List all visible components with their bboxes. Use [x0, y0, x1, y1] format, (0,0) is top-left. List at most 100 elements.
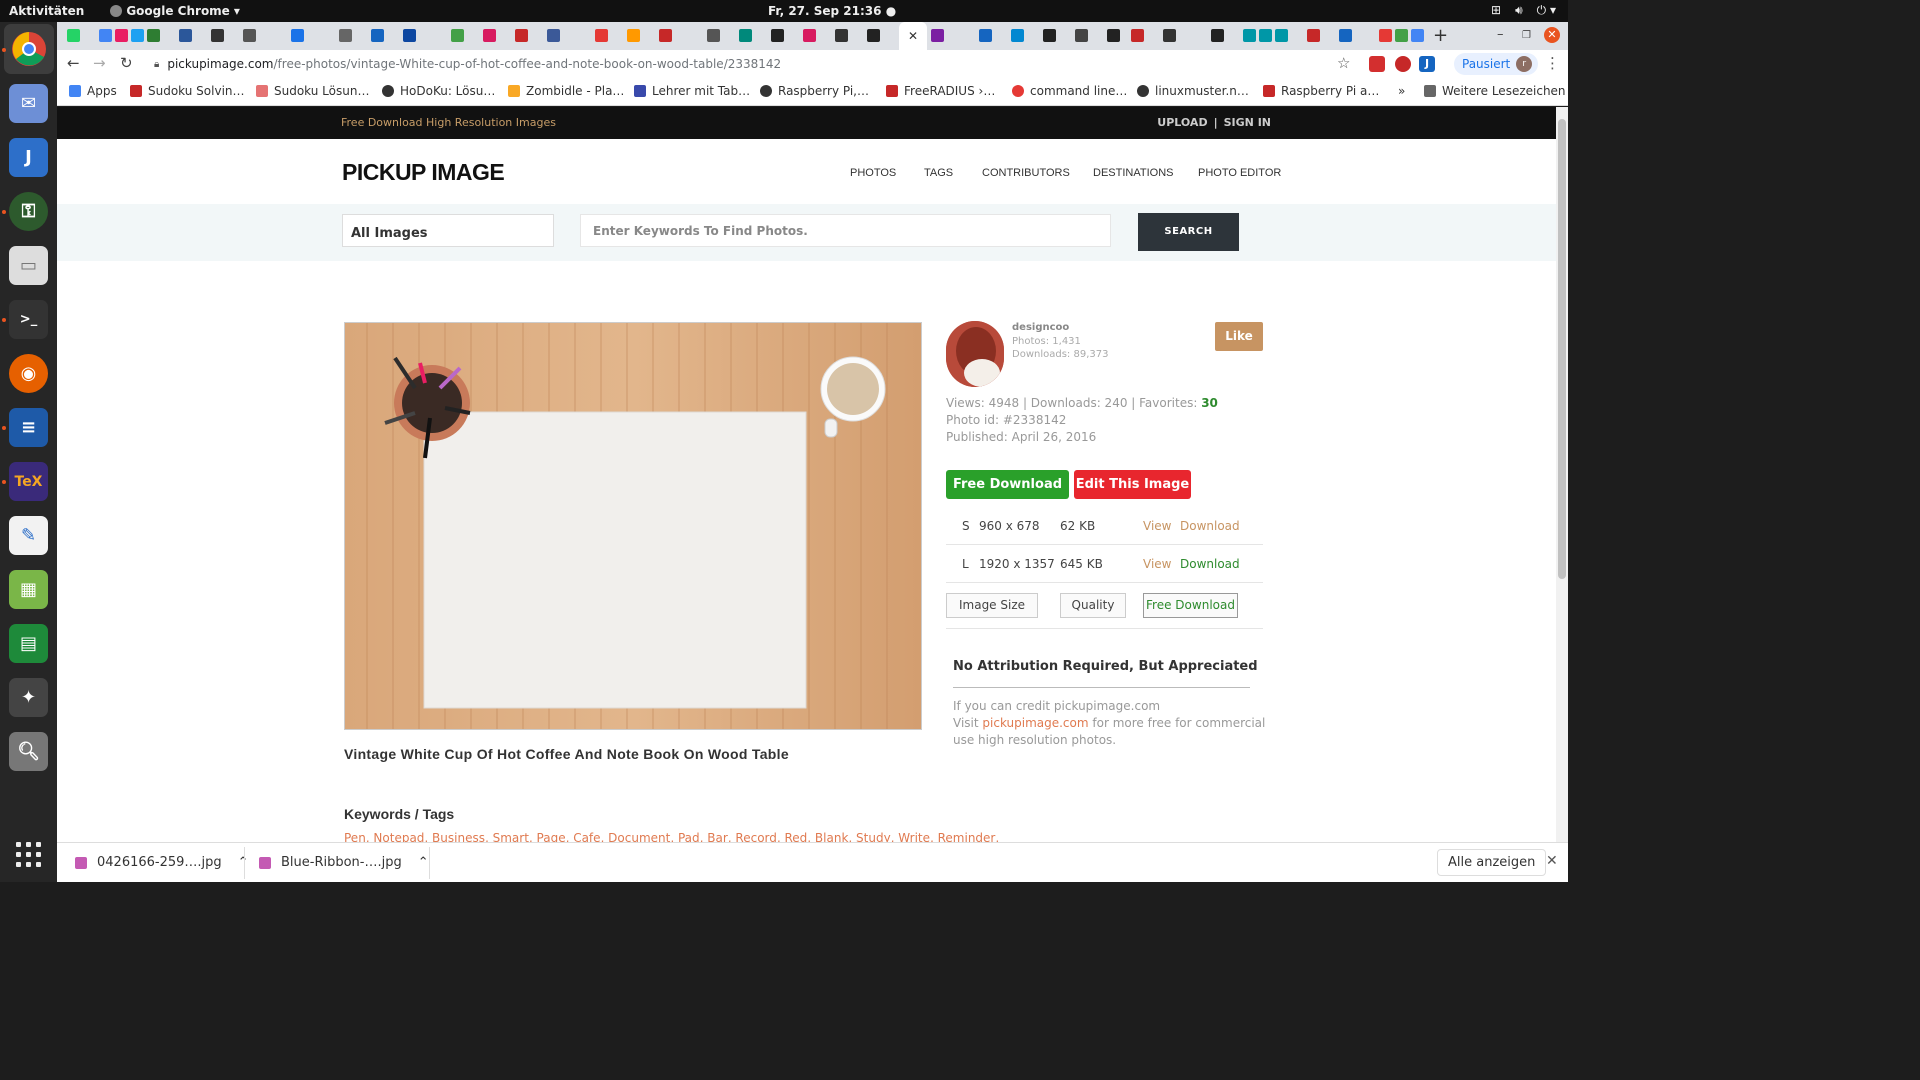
download-link[interactable]: Download	[1180, 557, 1240, 571]
maximize-icon[interactable]: ❐	[1522, 30, 1531, 41]
download-item[interactable]: Blue-Ribbon-….jpg ⌃	[259, 855, 429, 870]
tab-favicon[interactable]	[707, 29, 720, 42]
download-link[interactable]: Download	[1180, 519, 1240, 533]
bookmark-apps[interactable]: Apps	[69, 84, 117, 98]
gimp-icon[interactable]: ✦	[9, 678, 48, 717]
show-apps-icon[interactable]	[16, 842, 42, 868]
extension-icon[interactable]	[1395, 56, 1411, 72]
bookmark-item[interactable]: Sudoku Solvin…	[130, 84, 245, 98]
address-bar[interactable]: 🔒︎ pickupimage.com/free-photos/vintage-W…	[148, 52, 1358, 76]
lock-icon[interactable]: 🔒︎	[154, 59, 159, 70]
author-name[interactable]: designcoo	[1012, 322, 1069, 333]
mail-icon[interactable]: ✉	[9, 84, 48, 123]
tab-favicon[interactable]	[1275, 29, 1288, 42]
tab-favicon[interactable]	[1307, 29, 1320, 42]
texstudio-icon[interactable]: TeX	[9, 462, 48, 501]
nav-photo-editor[interactable]: PHOTO EDITOR	[1198, 167, 1281, 179]
scrollbar-thumb[interactable]	[1558, 119, 1566, 579]
reload-icon[interactable]: ↻	[120, 54, 133, 72]
back-icon[interactable]: ←	[67, 54, 80, 72]
edit-image-button[interactable]: Edit This Image	[1074, 470, 1191, 499]
close-window-icon[interactable]: ✕	[1544, 27, 1560, 43]
main-photo[interactable]	[344, 322, 922, 730]
minimize-icon[interactable]: –	[1497, 27, 1504, 42]
view-link[interactable]: View	[1143, 519, 1171, 533]
tab-favicon[interactable]	[659, 29, 672, 42]
image-viewer-icon[interactable]: 🔍︎	[9, 732, 48, 771]
tab-favicon[interactable]	[1043, 29, 1056, 42]
forward-icon[interactable]: →	[93, 54, 106, 72]
tab-favicon[interactable]	[1075, 29, 1088, 42]
nav-destinations[interactable]: DESTINATIONS	[1093, 167, 1173, 179]
tab-favicon[interactable]	[1339, 29, 1352, 42]
other-bookmarks[interactable]: Weitere Lesezeichen	[1424, 84, 1566, 98]
bookmark-item[interactable]: Raspberry Pi,…	[760, 84, 869, 98]
tab-favicon[interactable]	[67, 29, 80, 42]
nav-contributors[interactable]: CONTRIBUTORS	[982, 167, 1070, 179]
signin-link[interactable]: SIGN IN	[1224, 116, 1271, 129]
search-input[interactable]: Enter Keywords To Find Photos.	[580, 214, 1111, 247]
terminal-icon[interactable]: >_	[9, 300, 48, 339]
tab-favicon[interactable]	[931, 29, 944, 42]
minecraft-icon[interactable]: ▦	[9, 570, 48, 609]
close-tab-icon[interactable]: ✕	[908, 29, 918, 43]
calc-icon[interactable]: ▤	[9, 624, 48, 663]
tab-favicon[interactable]	[1259, 29, 1272, 42]
tab-favicon[interactable]	[547, 29, 560, 42]
extension-icon[interactable]	[1369, 56, 1385, 72]
bookmarks-overflow[interactable]: »	[1398, 84, 1405, 98]
bookmark-item[interactable]: FreeRADIUS ›…	[886, 84, 995, 98]
jabref-extension-icon[interactable]: J	[1419, 56, 1435, 72]
new-tab-icon[interactable]: +	[1433, 25, 1448, 46]
bookmark-item[interactable]: HoDoKu: Lösu…	[382, 84, 495, 98]
like-button[interactable]: Like	[1215, 322, 1263, 351]
activities-button[interactable]: Aktivitäten	[9, 4, 84, 18]
tab-favicon[interactable]	[403, 29, 416, 42]
tab-favicon[interactable]	[979, 29, 992, 42]
site-link[interactable]: pickupimage.com	[982, 716, 1088, 730]
tab-favicon[interactable]	[515, 29, 528, 42]
tab-favicon[interactable]	[803, 29, 816, 42]
tab-favicon[interactable]	[627, 29, 640, 42]
bookmark-item[interactable]: command line…	[1012, 84, 1127, 98]
download-item[interactable]: 0426166-259….jpg ⌃	[75, 855, 249, 870]
tab-favicon[interactable]	[291, 29, 304, 42]
tab-favicon[interactable]	[1107, 29, 1120, 42]
custom-download-button[interactable]: Free Download	[1143, 593, 1238, 618]
bookmark-item[interactable]: Raspberry Pi a…	[1263, 84, 1379, 98]
search-button[interactable]: SEARCH	[1138, 213, 1239, 251]
tab-favicon[interactable]	[1211, 29, 1224, 42]
tab-favicon[interactable]	[147, 29, 160, 42]
page-scrollbar[interactable]	[1556, 107, 1568, 842]
tab-favicon[interactable]	[1411, 29, 1424, 42]
tab-favicon[interactable]	[339, 29, 352, 42]
tab-favicon[interactable]	[771, 29, 784, 42]
profile-button[interactable]: Pausiert r	[1454, 53, 1539, 75]
jabref-icon[interactable]: J	[9, 138, 48, 177]
quality-select[interactable]: Quality	[1060, 593, 1126, 618]
author-avatar[interactable]	[946, 321, 1004, 387]
tab-favicon[interactable]	[451, 29, 464, 42]
nav-photos[interactable]: PHOTOS	[850, 167, 896, 179]
tab-favicon[interactable]	[835, 29, 848, 42]
tab-favicon[interactable]	[243, 29, 256, 42]
keyword-links[interactable]: Pen, Notepad, Business, Smart, Page, Caf…	[344, 831, 999, 842]
bookmark-item[interactable]: Zombidle - Pla…	[508, 84, 624, 98]
view-link[interactable]: View	[1143, 557, 1171, 571]
free-download-button[interactable]: Free Download	[946, 470, 1069, 499]
tab-favicon[interactable]	[739, 29, 752, 42]
bookmark-star-icon[interactable]: ☆	[1337, 54, 1350, 72]
tab-favicon[interactable]	[1379, 29, 1392, 42]
category-select[interactable]: All Images	[342, 214, 554, 247]
tab-favicon[interactable]	[179, 29, 192, 42]
tab-favicon[interactable]	[1243, 29, 1256, 42]
close-icon[interactable]: ✕	[1546, 853, 1558, 869]
active-tab[interactable]: ✕	[899, 22, 927, 50]
tab-favicon[interactable]	[131, 29, 144, 42]
show-all-downloads-button[interactable]: Alle anzeigen	[1437, 849, 1547, 876]
tab-favicon[interactable]	[99, 29, 112, 42]
chrome-menu-icon[interactable]: ⋮	[1545, 54, 1560, 72]
app-menu[interactable]: Google Chrome ▾	[110, 4, 240, 18]
chevron-up-icon[interactable]: ⌃	[418, 855, 429, 870]
clock[interactable]: Fr, 27. Sep 21:36 ●	[768, 4, 896, 18]
